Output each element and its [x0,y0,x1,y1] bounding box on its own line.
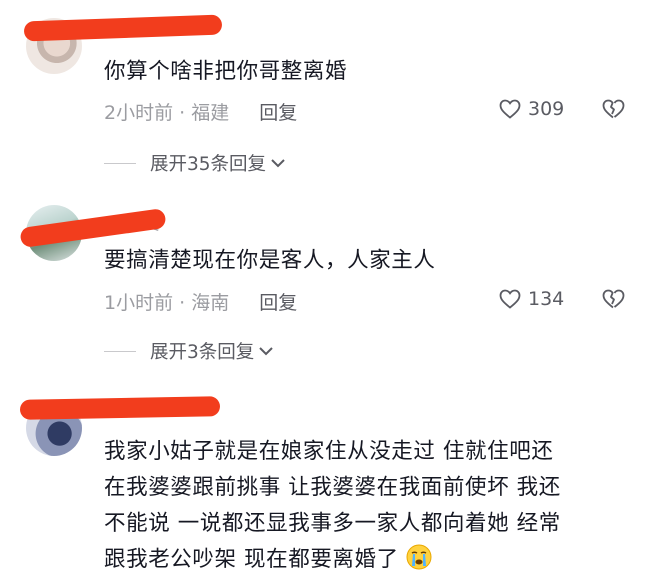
chevron-down-icon [259,347,273,356]
broken-heart-icon [602,99,625,119]
comment-text: 我家小姑子就是在娘家住从没走过 住就住吧还 在我婆婆跟前挑事 让我婆婆在我面前使… [104,434,644,578]
dislike-button[interactable] [600,97,626,125]
expand-label: 展开35条回复 [150,154,267,175]
divider-line [104,162,136,164]
expand-replies-button[interactable]: 展开35条回复 [104,150,286,176]
comment-line: 不能说 一说都还显我事多一家人都向着她 经常 [104,511,561,536]
like-count: 309 [528,98,565,120]
broken-heart-icon [602,289,625,309]
reply-button[interactable]: 回复 [259,98,297,125]
dislike-button[interactable] [600,287,626,315]
comment-line: 跟我老公吵架 现在都要离婚了 [104,547,399,572]
divider-line [104,350,136,352]
like-count: 134 [528,288,565,310]
heart-outline-icon [499,99,521,119]
redaction-mark [19,396,221,420]
crying-face-emoji [406,544,432,570]
comment-line: 我家小姑子就是在娘家住从没走过 住就住吧还 [104,439,554,464]
comment-meta: 2小时前 · 福建 回复 [104,98,297,125]
like-button[interactable]: 309 [498,97,564,121]
time-location: 2小时前 · 福建 [104,102,230,124]
like-button[interactable]: 134 [498,287,564,311]
comment-line-last: 跟我老公吵架 现在都要离婚了 [104,542,644,578]
time-location: 1小时前 · 海南 [104,292,230,314]
comment-line: 在我婆婆跟前挑事 让我婆婆在我面前使坏 我还 [104,475,561,500]
expand-label: 展开3条回复 [150,342,255,363]
comment-text: 要搞清楚现在你是客人，人家主人 [104,248,436,273]
heart-outline-icon [499,289,521,309]
chevron-down-icon [271,159,285,168]
comment-text: 你算个啥非把你哥整离婚 [104,59,348,84]
expand-replies-button[interactable]: 展开3条回复 [104,338,274,364]
comment-meta: 1小时前 · 海南 回复 [104,288,297,315]
reply-button[interactable]: 回复 [259,288,297,315]
